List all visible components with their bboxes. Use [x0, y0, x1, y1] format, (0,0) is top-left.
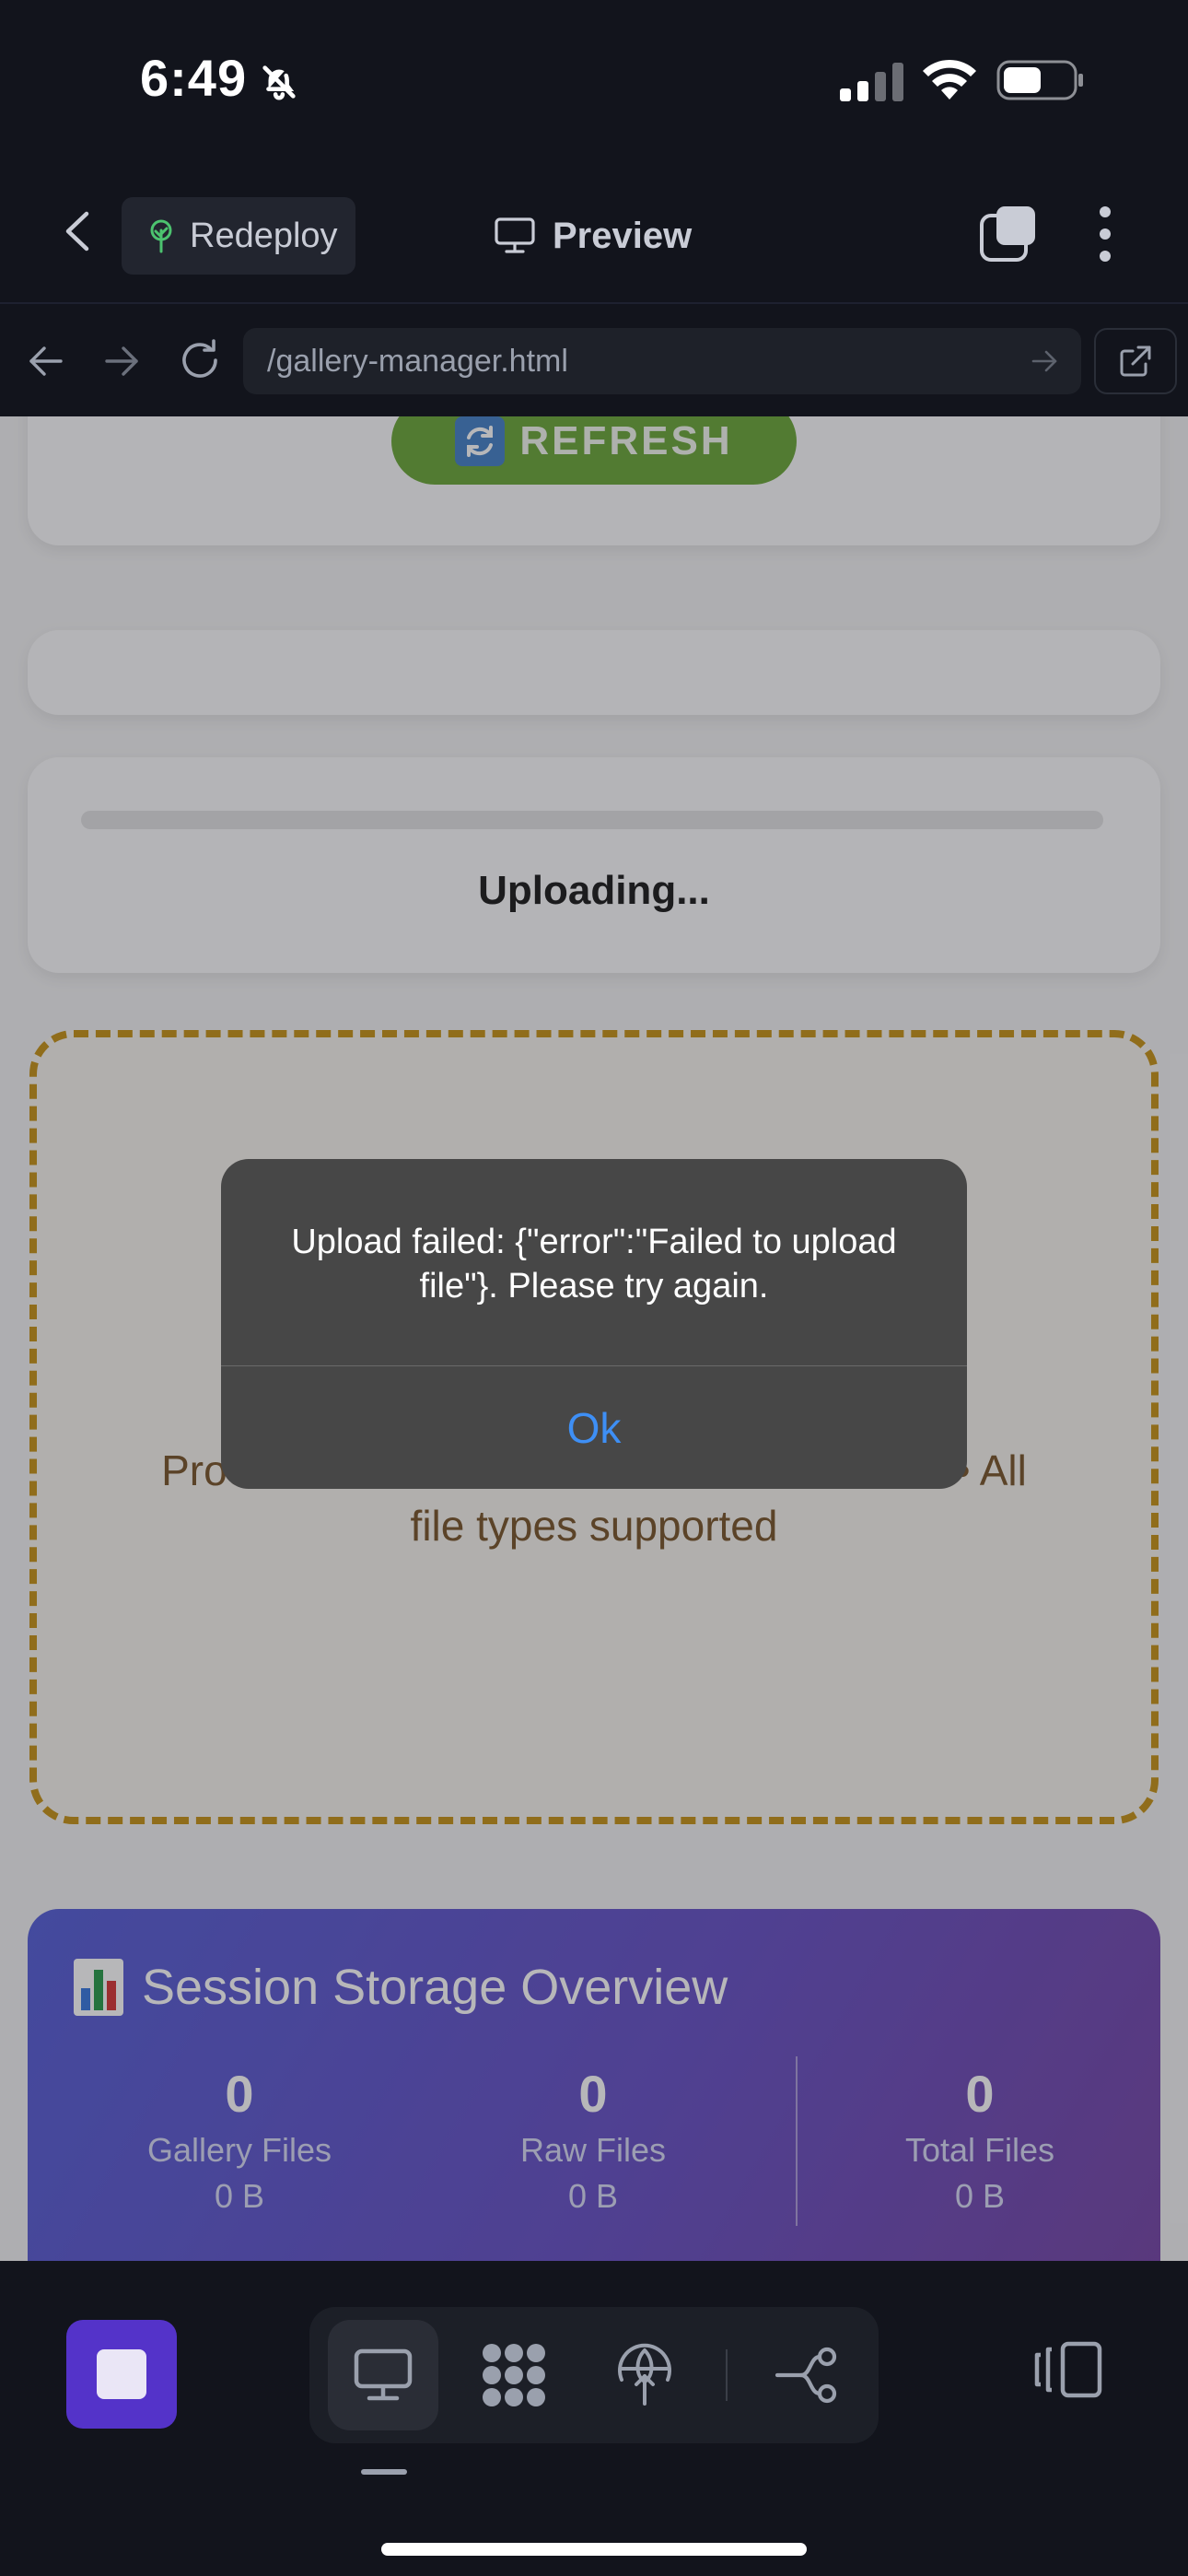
deploy-view-button[interactable]	[589, 2320, 700, 2430]
external-link-icon	[1120, 345, 1151, 377]
tree-icon	[150, 219, 172, 253]
url-field[interactable]: /gallery-manager.html	[243, 328, 1081, 394]
alert-message: Upload failed: {"error":"Failed to uploa…	[291, 1223, 897, 1306]
active-view-indicator	[361, 2469, 407, 2475]
app-header: Redeploy Preview	[0, 157, 1188, 304]
bottom-toolbar	[0, 2261, 1188, 2576]
bell-slash-icon	[262, 65, 296, 100]
go-arrow-icon[interactable]	[1030, 346, 1059, 376]
globe-upload-icon	[618, 2343, 671, 2406]
grid-icon	[483, 2344, 545, 2406]
view-switcher	[309, 2307, 879, 2443]
alert-dialog: Upload failed: {"error":"Failed to uploa…	[221, 1159, 967, 1489]
arrow-left-icon[interactable]	[26, 341, 66, 381]
toolbar-divider	[726, 2349, 728, 2401]
split-view-icon[interactable]	[1030, 2331, 1107, 2408]
desktop-icon	[495, 217, 535, 253]
more-vertical-icon[interactable]	[1092, 205, 1118, 263]
preview-title: Preview	[494, 208, 692, 263]
share-tree-icon	[775, 2347, 837, 2404]
preview-label: Preview	[553, 215, 693, 256]
components-view-button[interactable]	[459, 2320, 569, 2430]
redeploy-label: Redeploy	[190, 216, 338, 255]
open-external-button[interactable]	[1094, 328, 1177, 394]
back-chevron-icon[interactable]	[57, 208, 99, 254]
home-indicator[interactable]	[381, 2543, 807, 2556]
status-time: 6:49	[140, 49, 248, 107]
stop-icon	[97, 2349, 146, 2399]
stop-button[interactable]	[66, 2320, 177, 2429]
url-value: /gallery-manager.html	[267, 343, 568, 379]
tabs-icon[interactable]	[978, 205, 1037, 263]
alert-divider	[221, 1365, 967, 1366]
alert-ok-button[interactable]: Ok	[221, 1367, 967, 1489]
desktop-icon	[354, 2348, 413, 2401]
browser-url-bar: /gallery-manager.html	[0, 306, 1188, 416]
desktop-view-button[interactable]	[328, 2320, 438, 2430]
arrow-right-icon[interactable]	[101, 341, 142, 381]
reload-icon[interactable]	[177, 337, 223, 383]
branch-view-button[interactable]	[751, 2320, 862, 2430]
redeploy-button[interactable]: Redeploy	[122, 197, 355, 275]
status-bar: 6:49	[0, 0, 1188, 157]
cellular-signal-icon	[840, 63, 903, 101]
wifi-icon	[923, 59, 976, 100]
battery-icon	[996, 60, 1083, 100]
